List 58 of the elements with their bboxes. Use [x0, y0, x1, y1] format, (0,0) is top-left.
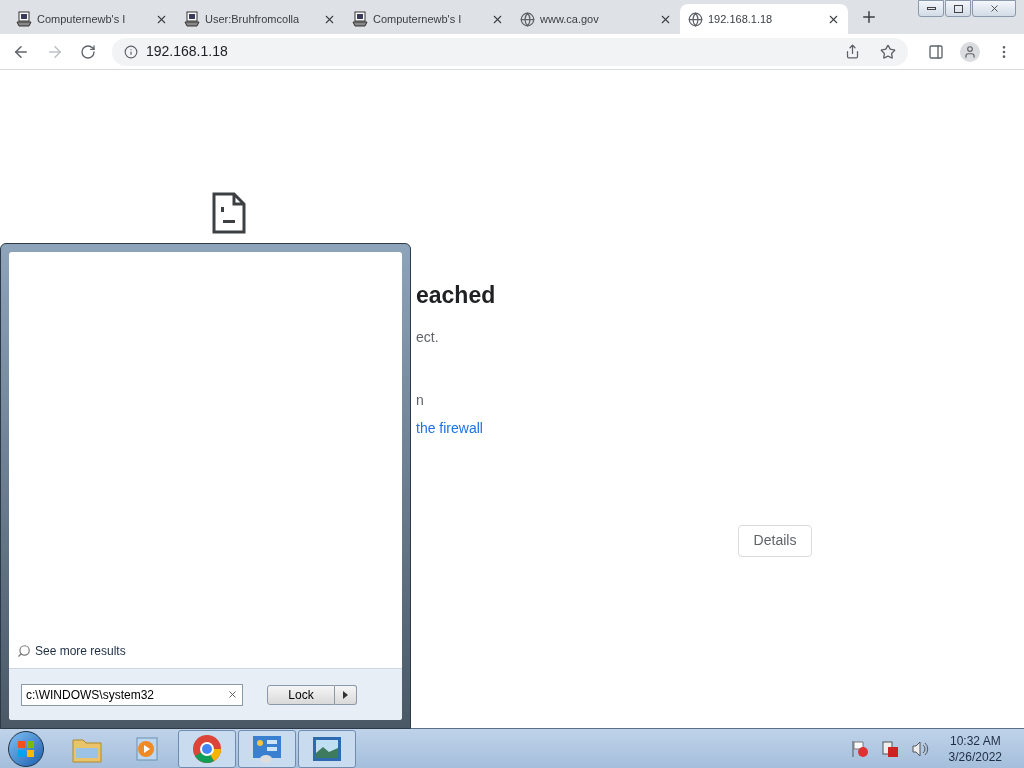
restore-button[interactable] — [945, 0, 971, 17]
firewall-link[interactable]: the firewall — [416, 417, 483, 439]
info-icon[interactable] — [124, 44, 138, 59]
photo-viewer-icon[interactable] — [311, 734, 343, 763]
clock-time: 10:32 AM — [949, 732, 1001, 749]
taskbar-button[interactable] — [178, 729, 236, 768]
search-field[interactable]: c:\WINDOWS\system32 — [21, 683, 243, 706]
address-text: 192.168.1.18 — [146, 42, 229, 61]
see-more-label: See more results — [35, 643, 126, 660]
speaker-icon[interactable] — [910, 739, 929, 758]
globe-icon — [520, 11, 535, 27]
clock-date: 3/26/2022 — [948, 748, 1002, 765]
computer-icon — [352, 11, 368, 27]
taskbar-button[interactable] — [298, 729, 356, 768]
tab-title: Computernewb's I — [373, 11, 462, 27]
search-icon — [17, 644, 31, 658]
browser-tab[interactable]: 192.168.1.18 — [680, 4, 848, 34]
sad-document-icon — [212, 192, 246, 234]
start-button[interactable] — [8, 730, 44, 767]
tab-title: Computernewb's I — [37, 11, 126, 27]
side-panel-icon[interactable] — [928, 43, 944, 60]
error-text: n — [416, 390, 424, 410]
control-panel-icon[interactable] — [251, 733, 283, 764]
globe-icon — [688, 11, 703, 27]
profile-icon[interactable] — [960, 41, 980, 62]
clear-icon[interactable] — [227, 689, 238, 700]
chrome-icon[interactable] — [192, 733, 222, 764]
reload-icon[interactable] — [80, 43, 96, 60]
tab-title: 192.168.1.18 — [708, 11, 773, 27]
computer-icon — [16, 11, 32, 27]
error-heading: eached — [416, 281, 496, 310]
address-bar[interactable]: 192.168.1.18 — [112, 37, 908, 66]
close-icon — [988, 3, 1000, 14]
share-icon[interactable] — [845, 44, 860, 59]
browser-tab[interactable]: Computernewb's I — [344, 4, 512, 34]
browser-tab[interactable]: User:Bruhfromcolla — [176, 4, 344, 34]
see-more-results[interactable]: See more results — [9, 642, 402, 668]
bookmark-icon[interactable] — [880, 43, 896, 60]
tab-title: User:Bruhfromcolla — [205, 11, 300, 27]
details-button[interactable]: Details — [738, 524, 812, 557]
lock-button[interactable]: Lock — [267, 684, 335, 705]
search-text: c:\WINDOWS\system32 — [26, 686, 155, 704]
network-error-icon[interactable] — [880, 739, 899, 758]
computer-icon — [184, 11, 200, 27]
taskbar-button[interactable] — [238, 729, 296, 768]
power-options-button[interactable] — [335, 684, 357, 705]
browser-tab[interactable]: www.ca.gov — [512, 4, 680, 34]
error-text: ect. — [416, 327, 439, 347]
minimize-button[interactable] — [918, 0, 944, 17]
flag-error-icon[interactable] — [850, 739, 869, 758]
tab-title: www.ca.gov — [540, 11, 599, 27]
clock[interactable]: 10:32 AM 3/26/2022 — [948, 732, 1002, 765]
browser-tab[interactable]: Computernewb's I — [8, 4, 176, 34]
restore-icon — [953, 4, 963, 13]
caret-icon — [343, 690, 348, 699]
windows-logo-icon — [17, 739, 35, 758]
new-tab-icon[interactable] — [860, 8, 878, 26]
minimize-icon — [926, 7, 936, 10]
